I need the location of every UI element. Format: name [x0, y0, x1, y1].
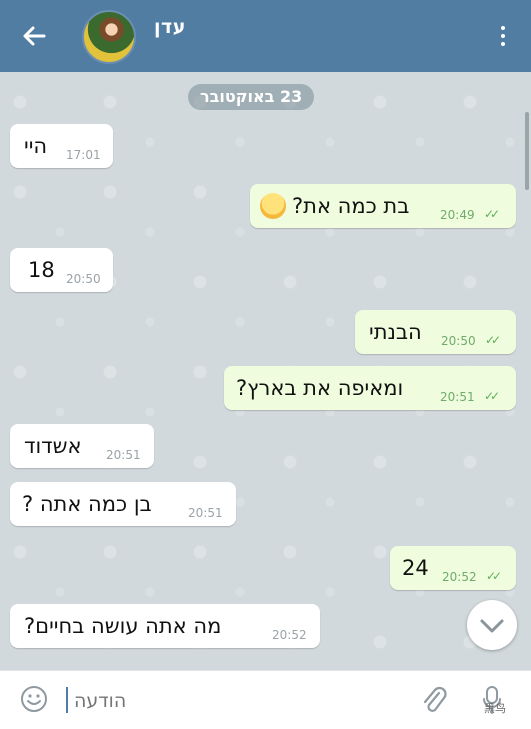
- message-bubble-incoming[interactable]: 18 20:50: [10, 248, 113, 292]
- contact-name[interactable]: עדן: [154, 16, 186, 38]
- message-text: בן כמה אתה ?: [22, 492, 152, 516]
- watermark: 黑鸟: [484, 702, 506, 715]
- message-time: 20:50: [66, 272, 101, 286]
- scroll-down-button[interactable]: [467, 600, 517, 650]
- read-ticks-icon: ✓✓: [484, 389, 500, 403]
- message-time: 20:49: [440, 208, 475, 222]
- hugging-face-emoji-icon: [260, 193, 286, 219]
- text-cursor: [66, 687, 68, 713]
- message-time: 20:52: [442, 570, 477, 584]
- scrollbar[interactable]: [525, 112, 529, 190]
- read-ticks-icon: ✓✓: [486, 569, 502, 583]
- message-bubble-outgoing[interactable]: ומאיפה את בארץ? 20:51 ✓✓: [224, 366, 516, 410]
- message-bubble-incoming[interactable]: בן כמה אתה ? 20:51: [10, 482, 236, 526]
- message-bubble-incoming[interactable]: היי 17:01: [10, 124, 113, 168]
- message-text: 24: [402, 556, 429, 580]
- date-separator: 23 באוקטובר: [188, 84, 315, 110]
- message-input-bar: [0, 670, 531, 729]
- message-time: 20:50: [441, 334, 476, 348]
- contact-avatar[interactable]: [82, 10, 136, 64]
- message-text: ומאיפה את בארץ?: [236, 376, 404, 400]
- message-bubble-outgoing[interactable]: הבנתי 20:50 ✓✓: [355, 310, 516, 354]
- message-text: 18: [28, 258, 55, 282]
- message-bubble-outgoing[interactable]: 24 20:52 ✓✓: [390, 546, 516, 590]
- chat-header: עדן: [0, 0, 531, 72]
- message-text: אשדוד: [24, 434, 82, 458]
- message-bubble-incoming[interactable]: אשדוד 20:51: [10, 424, 154, 468]
- message-text: מה אתה עושה בחיים?: [24, 614, 222, 638]
- message-bubble-outgoing[interactable]: בת כמה את? 20:49 ✓✓: [250, 184, 516, 228]
- message-text: בת כמה את?: [292, 194, 410, 218]
- chat-area[interactable]: 23 באוקטובר היי 17:01 בת כמה את? 20:49 ✓…: [0, 72, 531, 670]
- message-time: 20:51: [188, 506, 223, 520]
- back-arrow-icon[interactable]: [18, 20, 50, 52]
- message-time: 20:52: [272, 628, 307, 642]
- read-ticks-icon: ✓✓: [484, 207, 500, 221]
- message-input[interactable]: [72, 681, 416, 721]
- more-options-icon[interactable]: [499, 26, 507, 48]
- message-time: 17:01: [66, 148, 101, 162]
- message-text: היי: [24, 134, 48, 158]
- message-bubble-incoming[interactable]: מה אתה עושה בחיים? 20:52: [10, 604, 320, 648]
- chevron-down-icon: [480, 619, 504, 633]
- read-ticks-icon: ✓✓: [485, 333, 501, 347]
- message-time: 20:51: [440, 390, 475, 404]
- attach-icon[interactable]: [420, 685, 448, 715]
- emoji-icon[interactable]: [20, 685, 48, 713]
- message-text: הבנתי: [369, 320, 422, 344]
- message-time: 20:51: [106, 448, 141, 462]
